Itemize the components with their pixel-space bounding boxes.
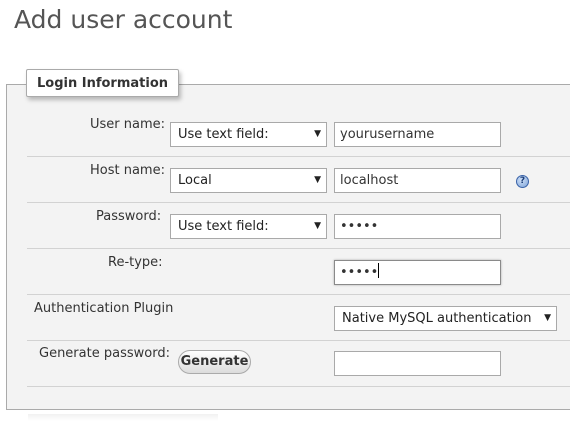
password-value: ••••• [340,219,379,234]
username-mode-select[interactable]: Use text field: ▼ [170,122,327,147]
chevron-down-icon: ▼ [544,313,551,323]
username-value: yourusername [340,127,435,142]
password-mode-select[interactable]: Use text field: ▼ [170,214,327,239]
username-mode-value: Use text field: [178,127,269,142]
generate-password-label: Generate password: [39,346,170,361]
password-mode-value: Use text field: [178,219,269,234]
row-divider [27,156,570,157]
auth-plugin-select[interactable]: Native MySQL authentication ▼ [334,306,557,331]
login-information-legend: Login Information [26,69,180,97]
username-input[interactable]: yourusername [334,122,501,147]
chevron-down-icon: ▼ [314,175,321,185]
generate-button[interactable]: Generate [178,350,251,374]
auth-plugin-value: Native MySQL authentication [342,311,532,326]
generated-password-input[interactable] [334,351,501,376]
next-fieldset-shadow [28,414,218,421]
password-label: Password: [96,209,162,224]
help-icon[interactable]: ? [516,175,529,188]
row-divider [27,248,570,249]
password-input[interactable]: ••••• [334,214,501,239]
hostname-mode-select[interactable]: Local ▼ [170,168,327,193]
row-divider [27,340,570,341]
hostname-mode-value: Local [178,173,212,188]
text-cursor [378,263,380,278]
row-divider [27,386,570,387]
username-label: User name: [90,117,166,132]
retype-label: Re-type: [108,255,163,270]
retype-value: ••••• [340,265,379,280]
chevron-down-icon: ▼ [314,221,321,231]
hostname-value: localhost [340,173,399,188]
auth-plugin-label: Authentication Plugin [34,301,174,316]
chevron-down-icon: ▼ [314,129,321,139]
hostname-label: Host name: [90,163,165,178]
page-title: Add user account [14,5,233,34]
retype-password-input[interactable]: ••••• [334,260,501,285]
row-divider [27,294,570,295]
row-divider [27,202,570,203]
hostname-input[interactable]: localhost [334,168,501,193]
